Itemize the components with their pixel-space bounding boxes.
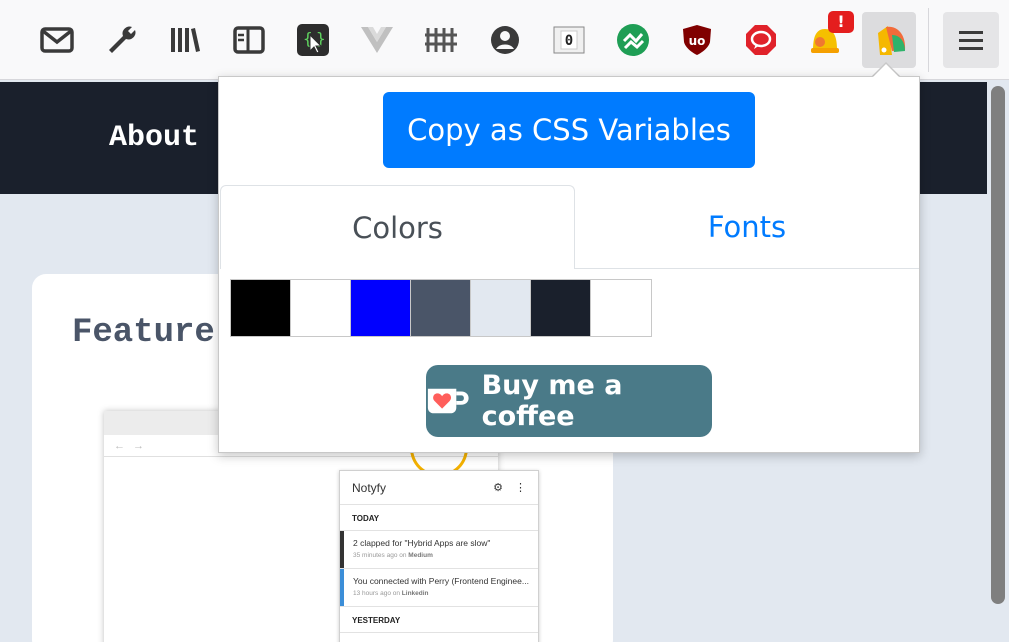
stop-chat-icon[interactable] xyxy=(734,12,788,68)
grid-icon[interactable] xyxy=(414,12,468,68)
toolbar-separator xyxy=(928,8,929,72)
scrollbar-thumb[interactable] xyxy=(991,86,1005,604)
ublock-label: uo xyxy=(689,34,706,48)
notyfy-section-today: TODAY xyxy=(340,505,538,531)
popup-tabs: Colors Fonts xyxy=(219,185,919,269)
notyfy-item-text: 2 clapped for "Hybrid Apps are slow" xyxy=(353,538,491,548)
buy-me-a-coffee-button[interactable]: Buy me a coffee xyxy=(426,365,712,437)
palette-extension-icon[interactable] xyxy=(862,12,916,68)
hamburger-icon xyxy=(959,31,983,50)
color-swatch[interactable] xyxy=(291,280,351,336)
color-swatch[interactable] xyxy=(471,280,531,336)
browser-toolbar: {} 0 uo ! xyxy=(0,0,1009,80)
vue-devtools-icon[interactable] xyxy=(350,12,404,68)
notyfy-title: Notyfy xyxy=(352,480,387,495)
nav-link-about[interactable]: About xyxy=(109,121,199,155)
color-swatch[interactable] xyxy=(351,280,411,336)
counter-label: 0 xyxy=(565,33,573,49)
notyfy-item-text: You connected with Perry (Frontend Engin… xyxy=(353,576,529,586)
popup-arrow-fill xyxy=(873,64,899,77)
extension-green-icon[interactable] xyxy=(606,12,660,68)
notyfy-item: 2 clapped for "Hybrid Apps are slow" 35 … xyxy=(340,531,538,569)
library-icon[interactable] xyxy=(158,12,212,68)
color-swatches xyxy=(230,279,652,337)
notification-bell-icon[interactable]: ! xyxy=(798,11,854,68)
tab-fonts[interactable]: Fonts xyxy=(575,185,919,269)
sidebar-icon[interactable] xyxy=(222,12,276,68)
page-scrollbar[interactable] xyxy=(987,82,1009,642)
notyfy-more-icon: ⋮ xyxy=(515,482,526,494)
copy-css-variables-button[interactable]: Copy as CSS Variables xyxy=(383,92,755,168)
notyfy-item: You connected with Perry (Frontend Engin… xyxy=(340,569,538,607)
notyfy-item-time: 13 hours ago on xyxy=(353,590,400,597)
color-swatch[interactable] xyxy=(231,280,291,336)
kofi-cup-icon xyxy=(427,388,469,414)
buy-me-a-coffee-label: Buy me a coffee xyxy=(481,370,623,432)
features-title: Feature xyxy=(72,314,215,352)
color-swatch[interactable] xyxy=(411,280,471,336)
color-swatch[interactable] xyxy=(591,280,651,336)
color-swatch[interactable] xyxy=(531,280,591,336)
wrench-icon[interactable] xyxy=(94,12,148,68)
notyfy-item-time: 35 minutes ago on xyxy=(353,552,407,559)
notyfy-section-yesterday: YESTERDAY xyxy=(340,607,538,633)
notyfy-header: Notyfy ⚙ ⋮ xyxy=(340,471,538,505)
mail-icon[interactable] xyxy=(30,12,84,68)
notyfy-item-source: Medium xyxy=(408,552,433,559)
extension-popup: Copy as CSS Variables Colors Fonts Buy m… xyxy=(218,76,920,453)
account-icon[interactable] xyxy=(478,12,532,68)
notyfy-settings-icon: ⚙ xyxy=(493,482,503,494)
notyfy-panel: Notyfy ⚙ ⋮ TODAY 2 clapped for "Hybrid A… xyxy=(339,470,539,642)
tab-colors[interactable]: Colors xyxy=(220,185,575,269)
hamburger-menu-button[interactable] xyxy=(943,12,999,68)
mockup-forward-icon: → xyxy=(133,439,144,452)
counter-icon[interactable]: 0 xyxy=(542,12,596,68)
mockup-back-icon: ← xyxy=(114,439,125,452)
ublock-icon[interactable]: uo xyxy=(670,12,724,68)
notification-badge: ! xyxy=(828,11,854,33)
selector-icon[interactable]: {} xyxy=(286,12,340,68)
notyfy-item-source: Linkedin xyxy=(401,590,429,597)
